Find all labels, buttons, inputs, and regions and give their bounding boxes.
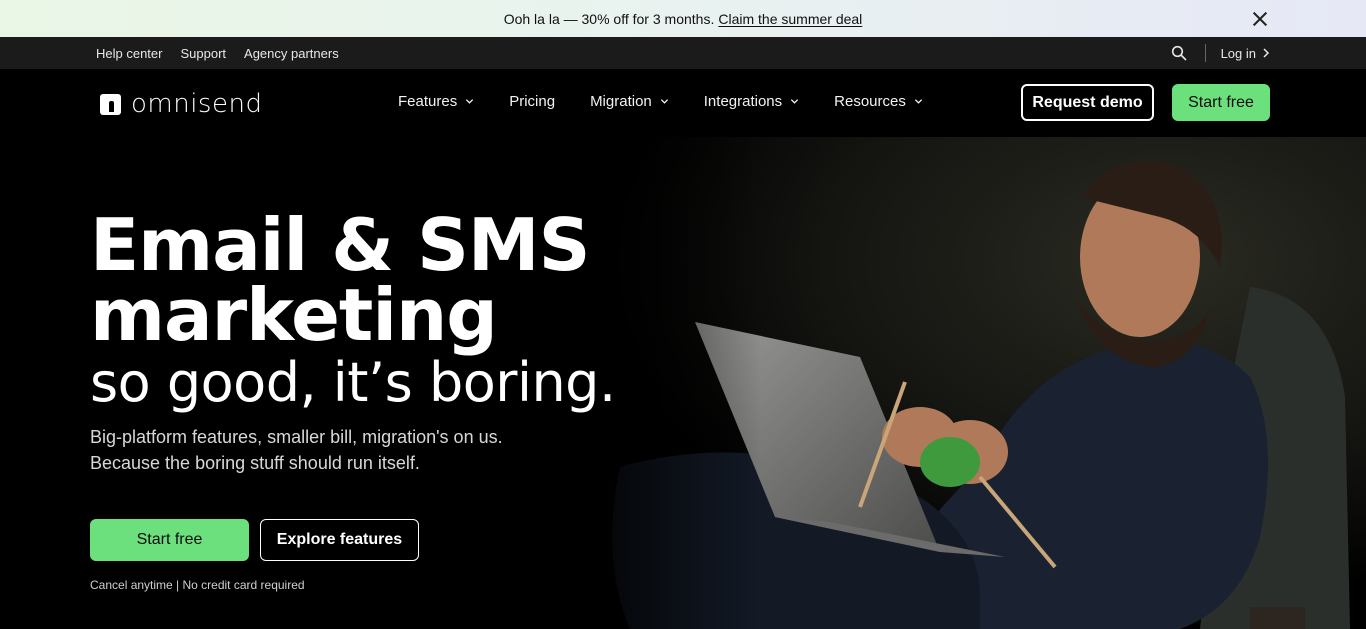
nav-item-label: Migration <box>590 93 652 110</box>
nav-item-label: Features <box>398 93 458 110</box>
explore-features-button[interactable]: Explore features <box>260 519 419 561</box>
help-center-link[interactable]: Help center <box>96 46 162 61</box>
chevron-down-icon <box>466 99 474 104</box>
nav-item-integrations[interactable]: Integrations <box>704 93 799 110</box>
omnisend-logo[interactable]: omnisend <box>100 89 262 119</box>
nav-item-label: Resources <box>834 93 906 110</box>
chevron-right-icon <box>1263 48 1270 58</box>
chevron-down-icon <box>914 99 922 104</box>
nav-item-pricing[interactable]: Pricing <box>509 93 555 110</box>
nav-item-label: Integrations <box>703 93 783 110</box>
fine-print: Cancel anytime | No credit card required <box>90 578 305 592</box>
promo-banner: Ooh la la — 30% off for 3 months. Claim … <box>0 0 1366 37</box>
nav-item-migration[interactable]: Migration <box>590 93 669 110</box>
brand-wordmark: omnisend <box>131 89 263 119</box>
utility-separator <box>1204 44 1206 62</box>
start-free-button[interactable]: Start free <box>90 519 249 561</box>
login-link[interactable]: Log in <box>1221 46 1270 61</box>
utility-bar: Help center Support Agency partners Log … <box>0 37 1366 69</box>
hero-image <box>560 137 1366 629</box>
request-demo-button[interactable]: Request demo <box>1021 84 1154 121</box>
subtitle-line-2: Because the boring stuff should run itse… <box>90 453 420 473</box>
nav-item-label: Pricing <box>509 93 556 110</box>
utility-links: Help center Support Agency partners <box>96 46 339 61</box>
subtitle-line-1: Big-platform features, smaller bill, mig… <box>90 427 503 447</box>
promo-message: Ooh la la — 30% off for 3 months. <box>503 10 715 27</box>
chevron-down-icon <box>660 99 668 104</box>
headline-line-2: marketing <box>90 273 498 357</box>
close-icon[interactable] <box>1250 9 1270 29</box>
start-free-nav-button[interactable]: Start free <box>1172 84 1270 121</box>
chevron-down-icon <box>791 99 799 104</box>
promo-message-wrap: Ooh la la — 30% off for 3 months. Claim … <box>504 11 863 27</box>
main-nav: omnisend Features Pricing Migration Inte… <box>0 69 1366 137</box>
search-icon[interactable] <box>1171 45 1187 61</box>
nav-menu: Features Pricing Migration Integrations … <box>398 93 923 110</box>
logo-mark-icon <box>100 93 121 115</box>
agency-partners-link[interactable]: Agency partners <box>244 46 339 61</box>
headline-line-3: so good, it’s boring. <box>90 351 616 414</box>
claim-deal-link[interactable]: Claim the summer deal <box>718 11 862 27</box>
nav-item-features[interactable]: Features <box>398 93 474 110</box>
support-link[interactable]: Support <box>180 46 226 61</box>
hero-subtitle: Big-platform features, smaller bill, mig… <box>90 424 503 476</box>
nav-item-resources[interactable]: Resources <box>834 93 923 110</box>
utility-right: Log in <box>1171 44 1270 62</box>
headline-line-1: Email & SMS <box>90 203 590 287</box>
login-label: Log in <box>1220 45 1256 61</box>
hero-headline: Email & SMS marketing so good, it’s bori… <box>90 203 616 414</box>
